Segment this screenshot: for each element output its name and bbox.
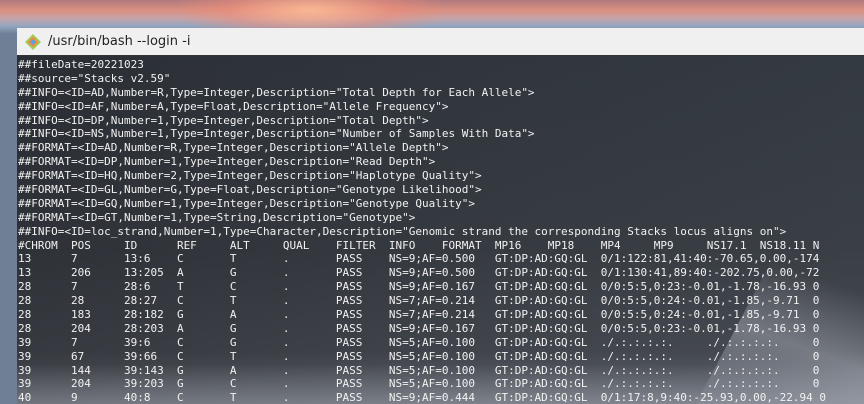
vcf-meta-line: ##INFO=<ID=AD,Number=R,Type=Integer,Desc… <box>18 85 535 99</box>
vcf-record-line: 40 9 40:8 C T . PASS NS=9;AF=0.444 GT:DP… <box>18 391 826 404</box>
vcf-meta-line: ##INFO=<ID=AF,Number=A,Type=Float,Descri… <box>18 99 449 113</box>
vcf-record-line: 28 204 28:203 A G . PASS NS=9;AF=0.167 G… <box>18 321 820 335</box>
vcf-meta-line: ##FORMAT=<ID=AD,Number=R,Type=Integer,De… <box>18 141 449 155</box>
vcf-record-line: 13 7 13:6 C T . PASS NS=9;AF=0.500 GT:DP… <box>18 252 820 266</box>
vcf-meta-line: ##FORMAT=<ID=GQ,Number=1,Type=Integer,De… <box>18 196 475 210</box>
window-titlebar[interactable]: /usr/bin/bash --login -i <box>17 28 864 55</box>
vcf-record-line: 39 204 39:203 G C . PASS NS=5;AF=0.100 G… <box>18 377 820 391</box>
vcf-meta-line: ##INFO=<ID=DP,Number=1,Type=Integer,Desc… <box>18 113 429 127</box>
vcf-meta-line: ##FORMAT=<ID=DP,Number=1,Type=Integer,De… <box>18 155 436 169</box>
terminal-text: ##fileDate=20221023 ##source="Stacks v2.5… <box>18 58 826 404</box>
vcf-meta-line: ##fileDate=20221023 <box>18 58 144 71</box>
git-bash-diamond-icon <box>25 33 41 50</box>
vcf-record-line: 39 7 39:6 C G . PASS NS=5;AF=0.100 GT:DP… <box>18 335 820 349</box>
vcf-meta-line: ##INFO=<ID=NS,Number=1,Type=Integer,Desc… <box>18 127 535 141</box>
vcf-record-line: 28 7 28:6 T C . PASS NS=9;AF=0.167 GT:DP… <box>18 280 820 294</box>
vcf-meta-line: ##FORMAT=<ID=GT,Number=1,Type=String,Des… <box>18 210 416 224</box>
vcf-header-line: #CHROM POS ID REF ALT QUAL FILTER INFO F… <box>18 238 820 252</box>
terminal-window[interactable]: /usr/bin/bash --login -i ##fileDate=2022… <box>17 28 864 404</box>
vcf-record-line: 13 206 13:205 A G . PASS NS=9;AF=0.500 G… <box>18 266 820 280</box>
vcf-record-line: 39 67 39:66 C T . PASS NS=5;AF=0.100 GT:… <box>18 349 820 363</box>
vcf-meta-line: ##FORMAT=<ID=HQ,Number=2,Type=Integer,De… <box>18 169 482 183</box>
vcf-record-line: 28 28 28:27 C T . PASS NS=7;AF=0.214 GT:… <box>18 294 820 308</box>
terminal-output-area[interactable]: ##fileDate=20221023 ##source="Stacks v2.5… <box>17 56 864 404</box>
vcf-meta-line: ##source="Stacks v2.59" <box>18 71 171 85</box>
vcf-meta-line: ##FORMAT=<ID=GL,Number=G,Type=Float,Desc… <box>18 183 482 197</box>
vcf-record-line: 39 144 39:143 G A . PASS NS=5;AF=0.100 G… <box>18 363 820 377</box>
vcf-record-line: 28 183 28:182 G A . PASS NS=7;AF=0.214 G… <box>18 308 820 322</box>
window-title: /usr/bin/bash --login -i <box>48 34 191 49</box>
vcf-meta-line: ##INFO=<ID=loc_strand,Number=1,Type=Char… <box>18 224 787 238</box>
